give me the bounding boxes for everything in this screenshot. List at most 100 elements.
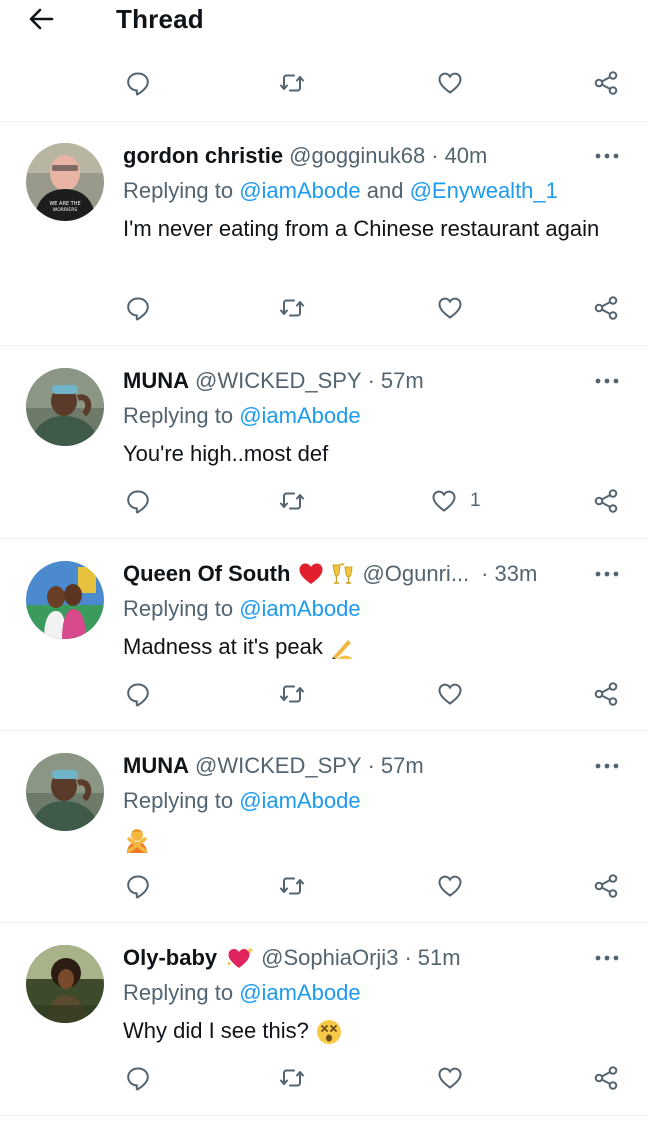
retweet-button[interactable] [278, 63, 306, 103]
like-button[interactable] [436, 674, 464, 714]
like-button[interactable] [436, 63, 464, 103]
share-icon [594, 71, 618, 95]
display-name[interactable]: MUNA [123, 753, 189, 779]
tweet[interactable]: Queen Of South @Ogunri... · 33m Replying… [0, 539, 648, 731]
more-options-icon[interactable] [594, 376, 620, 386]
tweet[interactable]: MUNA @WICKED_SPY · 57m Replying to @iamA… [0, 346, 648, 538]
tweet[interactable]: Oly-baby @SophiaOrji3 · 51m Replying to … [0, 923, 648, 1115]
display-name[interactable]: MUNA [123, 368, 189, 394]
like-count: 1 [470, 490, 481, 511]
display-name[interactable]: gordon christie [123, 143, 283, 169]
replying-to: Replying to @iamAbode [123, 788, 361, 813]
reply-icon [127, 875, 149, 899]
sparkling-heart-icon [226, 947, 254, 968]
mention-link[interactable]: @iamAbode [239, 178, 360, 203]
reply-button[interactable] [124, 63, 152, 103]
mention-link[interactable]: @iamAbode [239, 403, 360, 428]
timestamp[interactable]: 40m [445, 143, 488, 169]
heart-icon [438, 875, 462, 897]
reply-button[interactable] [124, 288, 152, 328]
share-icon [594, 489, 618, 513]
timestamp[interactable]: 33m [494, 561, 537, 587]
reply-icon [127, 490, 149, 514]
share-button[interactable] [592, 63, 620, 103]
back-arrow-icon[interactable] [26, 4, 56, 34]
tweet-header: MUNA @WICKED_SPY · 57m [123, 368, 424, 394]
user-handle[interactable]: @gogginuk68 [289, 143, 425, 169]
more-options-icon[interactable] [594, 569, 620, 579]
tweet-text: You're high..most def [123, 441, 329, 466]
avatar[interactable] [26, 753, 104, 831]
avatar[interactable]: WE ARE THE WORRIERS [26, 143, 104, 221]
reply-button[interactable] [124, 674, 152, 714]
share-icon [594, 682, 618, 706]
display-name[interactable]: Queen Of South [123, 561, 290, 587]
avatar[interactable] [26, 561, 104, 639]
tweet-actions: 1 [0, 481, 648, 521]
heart-icon [438, 683, 462, 705]
retweet-button[interactable] [278, 481, 306, 521]
tweet-header: Queen Of South @Ogunri... · 33m [123, 561, 538, 587]
retweet-button[interactable] [278, 1058, 306, 1098]
tweet-text: Madness at it's peak [123, 630, 603, 664]
user-handle[interactable]: @SophiaOrji3 [261, 945, 398, 971]
page-title: Thread [116, 4, 204, 34]
dizzy-face-icon [317, 1020, 341, 1045]
replying-to: Replying to @iamAbode [123, 403, 361, 428]
more-options-icon[interactable] [594, 761, 620, 771]
avatar-muna-image [26, 368, 104, 446]
tweet-actions [0, 866, 648, 906]
timestamp[interactable]: 51m [418, 945, 461, 971]
avatar[interactable] [26, 945, 104, 1023]
user-handle[interactable]: @Ogunri... [362, 561, 469, 587]
tweet[interactable]: WE ARE THE WORRIERS gordon christie @gog… [0, 121, 648, 345]
avatar-muna-image [26, 753, 104, 831]
retweet-button[interactable] [278, 674, 306, 714]
avatar[interactable] [26, 368, 104, 446]
retweet-icon [280, 685, 304, 703]
like-button[interactable] [436, 866, 464, 906]
retweet-button[interactable] [278, 288, 306, 328]
mention-link[interactable]: @iamAbode [239, 980, 360, 1005]
tweet-header: gordon christie @gogginuk68 · 40m [123, 143, 488, 169]
display-name[interactable]: Oly-baby [123, 945, 217, 971]
reply-icon [127, 297, 149, 321]
user-handle[interactable]: @WICKED_SPY [195, 368, 362, 394]
top-bar: Thread [0, 0, 648, 42]
mention-link[interactable]: @iamAbode [239, 788, 360, 813]
heart-icon [438, 297, 462, 319]
mention-link[interactable]: @Enywealth_1 [410, 178, 558, 203]
tweet[interactable]: MUNA @WICKED_SPY · 57m Replying to @iamA… [0, 731, 648, 923]
share-button[interactable] [592, 288, 620, 328]
like-button[interactable]: 1 [430, 481, 481, 521]
replying-to: Replying to @iamAbode and @Enywealth_1 [123, 178, 558, 203]
share-button[interactable] [592, 674, 620, 714]
reply-button[interactable] [124, 1058, 152, 1098]
tweet-text [123, 822, 603, 856]
retweet-icon [280, 492, 304, 510]
reply-button[interactable] [124, 481, 152, 521]
timestamp[interactable]: 57m [381, 753, 424, 779]
writing-hand-icon [331, 640, 352, 660]
replying-to: Replying to @iamAbode [123, 596, 361, 621]
retweet-icon [280, 1069, 304, 1087]
like-button[interactable] [436, 288, 464, 328]
like-button[interactable] [436, 1058, 464, 1098]
more-options-icon[interactable] [594, 151, 620, 161]
user-handle[interactable]: @WICKED_SPY [195, 753, 362, 779]
replying-to: Replying to @iamAbode [123, 980, 361, 1005]
retweet-icon [280, 299, 304, 317]
share-button[interactable] [592, 1058, 620, 1098]
avatar-olybaby-image [26, 945, 104, 1023]
retweet-button[interactable] [278, 866, 306, 906]
share-button[interactable] [592, 481, 620, 521]
reply-button[interactable] [124, 866, 152, 906]
tweet-actions [0, 674, 648, 714]
timestamp[interactable]: 57m [381, 368, 424, 394]
mention-link[interactable]: @iamAbode [239, 596, 360, 621]
share-button[interactable] [592, 866, 620, 906]
more-options-icon[interactable] [594, 953, 620, 963]
heart-icon [432, 490, 456, 512]
heart-icon [438, 1067, 462, 1089]
reply-icon [127, 683, 149, 707]
